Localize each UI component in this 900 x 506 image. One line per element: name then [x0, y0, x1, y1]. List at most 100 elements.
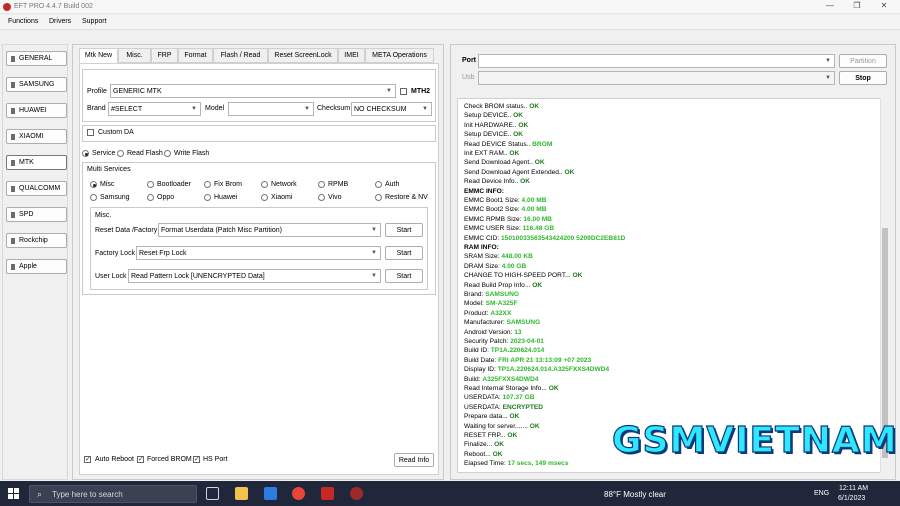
log-line: EMMC INFO:: [464, 188, 504, 195]
mth2-checkbox[interactable]: [400, 88, 407, 95]
service-xiaomi-radio[interactable]: [261, 194, 268, 201]
maximize-button[interactable]: ❐: [845, 1, 869, 13]
log-line-text: CHANGE TO HIGH-SPEED PORT...: [464, 272, 573, 280]
close-button[interactable]: ✕: [872, 1, 896, 13]
nav-label: MTK: [19, 159, 34, 166]
service-restore-nv-radio[interactable]: [375, 194, 382, 201]
service-misc-radio[interactable]: [90, 181, 97, 188]
mode-write-flash-label: Write Flash: [174, 150, 210, 157]
menu-functions[interactable]: Functions: [8, 18, 38, 25]
service-huawei-radio[interactable]: [204, 194, 211, 201]
nav-spd[interactable]: SPD: [6, 207, 67, 222]
tab-meta-operations[interactable]: META Operations: [365, 48, 434, 63]
file-explorer-icon[interactable]: [235, 487, 248, 500]
usb-select[interactable]: ▼: [478, 71, 835, 85]
chrome-icon[interactable]: [292, 487, 305, 500]
log-line: Waiting for server....... OK: [464, 423, 540, 430]
language-indicator[interactable]: ENG: [814, 490, 829, 497]
tab-reset-screenlock[interactable]: Reset ScreenLock: [268, 48, 338, 63]
taskbar-search-input[interactable]: ⌕ Type here to search: [29, 485, 197, 503]
log-line-text: Send Download Agent Extended..: [464, 168, 565, 176]
log-line-text: EMMC Boot2 Size:: [464, 206, 522, 214]
log-line-value: 116.48 GB: [522, 225, 555, 233]
task-view-icon[interactable]: [206, 487, 219, 500]
log-scrollbar[interactable]: [880, 98, 888, 473]
nav-huawei[interactable]: HUAWEI: [6, 103, 67, 118]
eft-app-icon[interactable]: [321, 487, 334, 500]
clock-time[interactable]: 12:11 AM: [839, 485, 868, 492]
forced-brom-checkbox[interactable]: [137, 455, 144, 463]
weather-text[interactable]: 88°F Mostly clear: [604, 490, 666, 499]
log-line-value: OK: [509, 150, 520, 157]
log-line-text: Init EXT RAM..: [464, 150, 510, 157]
service-rpmb-radio[interactable]: [318, 181, 325, 188]
service-vivo-radio[interactable]: [318, 194, 325, 201]
factory-lock-label: Factory Lock: [95, 250, 136, 257]
clock-date[interactable]: 6/1/2023: [838, 495, 865, 502]
hs-port-checkbox[interactable]: [193, 455, 200, 463]
mode-write-flash-radio[interactable]: [164, 150, 171, 157]
log-line-text: Security Patch:: [464, 338, 511, 345]
profile-select[interactable]: GENERIC MTK ▼: [110, 84, 396, 98]
log-line-value: TP1A.220624.014: [490, 347, 545, 355]
app-icon[interactable]: [350, 487, 363, 500]
tab-mtk-new[interactable]: Mtk New: [79, 48, 118, 63]
minimize-button[interactable]: —: [818, 1, 842, 13]
log-line: RESET FRP... OK: [464, 432, 517, 439]
nav-samsung[interactable]: SAMSUNG: [6, 77, 67, 92]
nav-xiaomi[interactable]: XIAOMI: [6, 129, 67, 144]
port-select[interactable]: ▼: [478, 54, 835, 68]
user-lock-select[interactable]: Read Pattern Lock [UNENCRYPTED Data] ▼: [128, 269, 381, 283]
brand-select[interactable]: #SELECT ▼: [108, 102, 201, 116]
service-network-radio[interactable]: [261, 181, 268, 188]
nav-rockchip[interactable]: Rockchip: [6, 233, 67, 248]
menu-support[interactable]: Support: [82, 18, 107, 25]
stop-button[interactable]: Stop: [839, 71, 887, 85]
service-oppo-radio[interactable]: [147, 194, 154, 201]
log-line-value: 13: [514, 328, 522, 336]
mth2-label: MTH2: [411, 88, 431, 95]
service-bootloader-radio[interactable]: [147, 181, 154, 188]
tab-imei[interactable]: IMEI: [338, 48, 365, 63]
service-fix-brom-radio[interactable]: [204, 181, 211, 188]
log-line: Display ID: TP1A.220624.014.A325FXXS4DWD…: [464, 366, 609, 373]
brand-label: Brand: [87, 105, 106, 112]
nav-label: GENERAL: [19, 55, 53, 62]
checksum-select[interactable]: NO CHECKSUM ▼: [351, 102, 432, 116]
nav-apple[interactable]: Apple: [6, 259, 67, 274]
tab-flash-read[interactable]: Flash / Read: [213, 48, 268, 63]
nav-marker-icon: [11, 82, 15, 88]
model-select[interactable]: ▼: [228, 102, 314, 116]
service-samsung-radio[interactable]: [90, 194, 97, 201]
service-auth-radio[interactable]: [375, 181, 382, 188]
factory-lock-select[interactable]: Reset Frp Lock ▼: [136, 246, 381, 260]
tab-frp[interactable]: FRP: [151, 48, 178, 63]
nav-mtk[interactable]: MTK: [6, 155, 67, 170]
store-icon[interactable]: [264, 487, 277, 500]
menu-drivers[interactable]: Drivers: [49, 18, 71, 25]
custom-da-checkbox[interactable]: [87, 129, 94, 136]
log-line-value: 16.00 MB: [523, 215, 552, 223]
partition-button[interactable]: Partition: [839, 54, 887, 68]
log-line-text: EMMC RPMB Size:: [464, 215, 524, 223]
log-line-text: Android Version:: [464, 328, 515, 336]
log-line-text: Build Date:: [464, 356, 499, 364]
windows-start-icon[interactable]: [8, 488, 19, 499]
nav-label: QUALCOMM: [19, 185, 61, 192]
chevron-down-icon: ▼: [371, 250, 377, 256]
nav-qualcomm[interactable]: QUALCOMM: [6, 181, 67, 196]
nav-general[interactable]: GENERAL: [6, 51, 67, 66]
auto-reboot-checkbox[interactable]: [84, 455, 91, 463]
log-line-value: OK: [529, 422, 540, 430]
read-info-button[interactable]: Read Info: [394, 453, 434, 467]
reset-data-start-button[interactable]: Start: [385, 223, 423, 237]
user-lock-start-button[interactable]: Start: [385, 269, 423, 283]
reset-data-select[interactable]: Format Userdata (Patch Misc Partition) ▼: [158, 223, 381, 237]
tab-format[interactable]: Format: [178, 48, 213, 63]
log-line: Init HARDWARE.. OK: [464, 122, 528, 129]
mode-service-radio[interactable]: [82, 150, 89, 157]
tab-misc[interactable]: Misc.: [118, 48, 151, 63]
mode-read-flash-radio[interactable]: [117, 150, 124, 157]
factory-lock-start-button[interactable]: Start: [385, 246, 423, 260]
reset-data-label: Reset Data /Factory: [95, 227, 158, 234]
